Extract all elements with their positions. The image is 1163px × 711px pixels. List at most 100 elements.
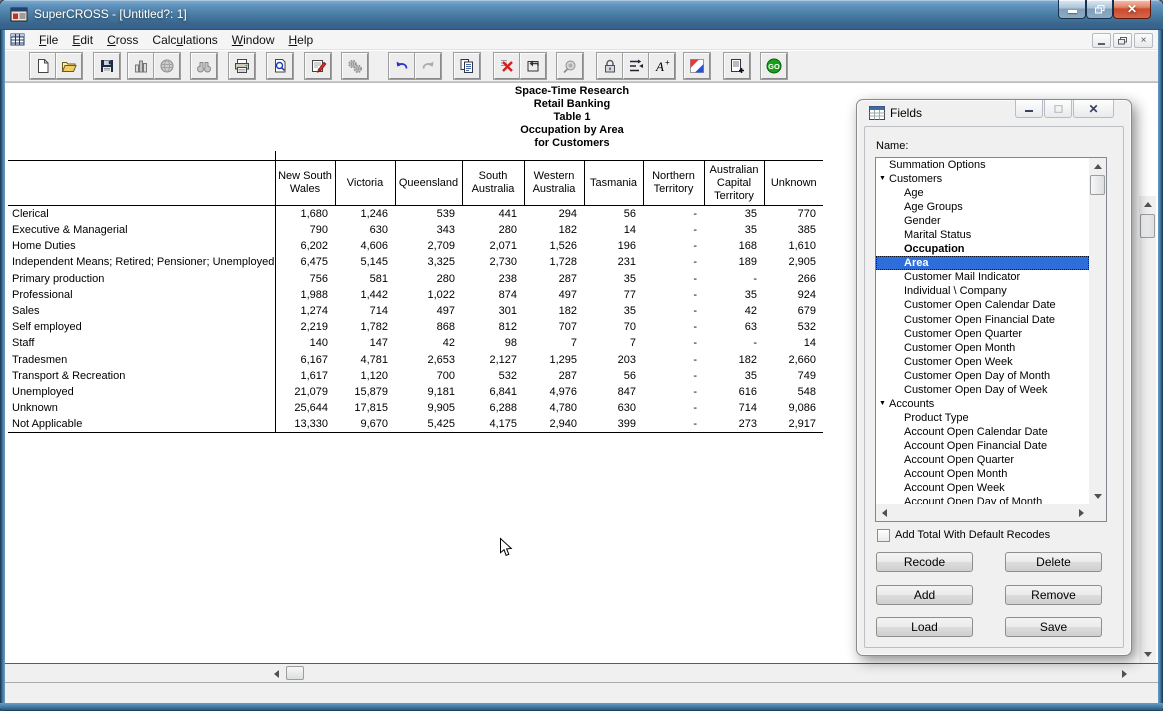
data-cell[interactable]: 147 <box>335 335 395 351</box>
data-cell[interactable]: 56 <box>584 368 643 384</box>
data-cell[interactable]: - <box>643 416 704 433</box>
column-header[interactable]: Victoria <box>335 161 395 206</box>
data-cell[interactable]: 700 <box>395 368 462 384</box>
data-cell[interactable]: 532 <box>462 368 524 384</box>
vertical-scroll-thumb[interactable] <box>1140 214 1155 238</box>
row-label[interactable]: Not Applicable <box>8 416 275 433</box>
data-cell[interactable]: 812 <box>462 319 524 335</box>
data-cell[interactable]: 7 <box>584 335 643 351</box>
data-cell[interactable]: 2,709 <box>395 238 462 254</box>
row-label[interactable]: Clerical <box>8 206 275 223</box>
list-scroll-right-button[interactable] <box>1073 504 1089 521</box>
data-cell[interactable]: 98 <box>462 335 524 351</box>
data-cell[interactable]: 14 <box>584 222 643 238</box>
row-label[interactable]: Transport & Recreation <box>8 368 275 384</box>
data-cell[interactable]: 301 <box>462 303 524 319</box>
delete-button[interactable]: Delete <box>1005 552 1102 572</box>
close-button[interactable]: ✕ <box>1113 0 1151 19</box>
data-cell[interactable]: 770 <box>764 206 823 223</box>
annotate-button[interactable] <box>305 53 331 79</box>
field-item[interactable]: ▼Customers <box>876 172 1089 186</box>
scroll-right-button[interactable] <box>1116 665 1133 682</box>
field-item[interactable]: Summation Options <box>876 158 1089 172</box>
data-cell[interactable]: 13,330 <box>275 416 335 433</box>
data-cell[interactable]: 9,086 <box>764 400 823 416</box>
data-cell[interactable]: 168 <box>704 238 764 254</box>
data-cell[interactable]: 1,120 <box>335 368 395 384</box>
vertical-scrollbar[interactable] <box>1139 196 1156 663</box>
horizontal-scroll-thumb[interactable] <box>286 666 304 680</box>
data-cell[interactable]: - <box>643 384 704 400</box>
data-cell[interactable]: 868 <box>395 319 462 335</box>
menu-item-window[interactable]: Window <box>225 31 282 49</box>
data-cell[interactable]: 1,988 <box>275 287 335 303</box>
data-cell[interactable]: 630 <box>335 222 395 238</box>
print-button[interactable] <box>229 53 255 79</box>
data-cell[interactable]: 2,905 <box>764 254 823 270</box>
font-size-button[interactable]: A+ <box>649 53 675 79</box>
column-header[interactable]: Queensland <box>395 161 462 206</box>
data-cell[interactable]: 4,781 <box>335 352 395 368</box>
save-button[interactable] <box>94 53 120 79</box>
data-cell[interactable]: 35 <box>704 206 764 223</box>
row-label[interactable]: Unemployed <box>8 384 275 400</box>
data-cell[interactable]: 63 <box>704 319 764 335</box>
data-cell[interactable]: 273 <box>704 416 764 433</box>
add-total-checkbox[interactable] <box>877 529 890 542</box>
save-button[interactable]: Save <box>1005 617 1102 637</box>
data-cell[interactable]: 1,442 <box>335 287 395 303</box>
data-cell[interactable]: 1,610 <box>764 238 823 254</box>
data-cell[interactable]: 679 <box>764 303 823 319</box>
data-cell[interactable]: 1,728 <box>524 254 584 270</box>
data-cell[interactable]: 532 <box>764 319 823 335</box>
list-vertical-scrollbar[interactable] <box>1089 158 1106 504</box>
new-document-button[interactable] <box>30 53 56 79</box>
data-cell[interactable]: 4,175 <box>462 416 524 433</box>
data-cell[interactable]: 42 <box>395 335 462 351</box>
data-cell[interactable]: 581 <box>335 271 395 287</box>
data-cell[interactable]: 280 <box>462 222 524 238</box>
data-cell[interactable]: 2,653 <box>395 352 462 368</box>
row-label[interactable]: Primary production <box>8 271 275 287</box>
mdi-restore-button[interactable] <box>1113 33 1132 48</box>
data-cell[interactable]: 70 <box>584 319 643 335</box>
data-cell[interactable]: 497 <box>395 303 462 319</box>
data-cell[interactable]: - <box>643 368 704 384</box>
row-label[interactable]: Independent Means; Retired; Pensioner; U… <box>8 254 275 270</box>
data-cell[interactable]: - <box>643 238 704 254</box>
dialog-minimize-button[interactable] <box>1015 100 1043 118</box>
data-cell[interactable]: 707 <box>524 319 584 335</box>
field-item[interactable]: Customer Open Day of Week <box>876 383 1089 397</box>
menu-item-calculations[interactable]: Calculations <box>145 31 224 49</box>
data-cell[interactable]: 182 <box>524 303 584 319</box>
rotate-table-button[interactable] <box>520 53 546 79</box>
field-item[interactable]: Gender <box>876 214 1089 228</box>
row-label[interactable]: Professional <box>8 287 275 303</box>
data-cell[interactable]: 1,246 <box>335 206 395 223</box>
add-button[interactable]: Add <box>876 585 973 605</box>
data-cell[interactable]: 35 <box>584 271 643 287</box>
print-preview-button[interactable] <box>267 53 293 79</box>
data-cell[interactable]: 5,145 <box>335 254 395 270</box>
data-cell[interactable]: 2,071 <box>462 238 524 254</box>
data-cell[interactable]: 42 <box>704 303 764 319</box>
data-cell[interactable]: 9,905 <box>395 400 462 416</box>
menu-item-file[interactable]: File <box>32 31 65 49</box>
data-cell[interactable]: - <box>643 400 704 416</box>
data-cell[interactable]: 548 <box>764 384 823 400</box>
data-cell[interactable]: 749 <box>764 368 823 384</box>
field-item[interactable]: Marital Status <box>876 228 1089 242</box>
data-cell[interactable]: 385 <box>764 222 823 238</box>
data-cell[interactable]: 399 <box>584 416 643 433</box>
data-cell[interactable]: 2,219 <box>275 319 335 335</box>
data-cell[interactable]: - <box>643 352 704 368</box>
drill-down-button[interactable] <box>557 53 583 79</box>
data-cell[interactable]: 182 <box>704 352 764 368</box>
find-button[interactable] <box>191 53 217 79</box>
data-cell[interactable]: 280 <box>395 271 462 287</box>
scroll-down-button[interactable] <box>1139 646 1156 663</box>
data-cell[interactable]: 714 <box>704 400 764 416</box>
data-cell[interactable]: 847 <box>584 384 643 400</box>
list-scroll-up-button[interactable] <box>1089 158 1106 174</box>
open-file-button[interactable] <box>56 53 82 79</box>
